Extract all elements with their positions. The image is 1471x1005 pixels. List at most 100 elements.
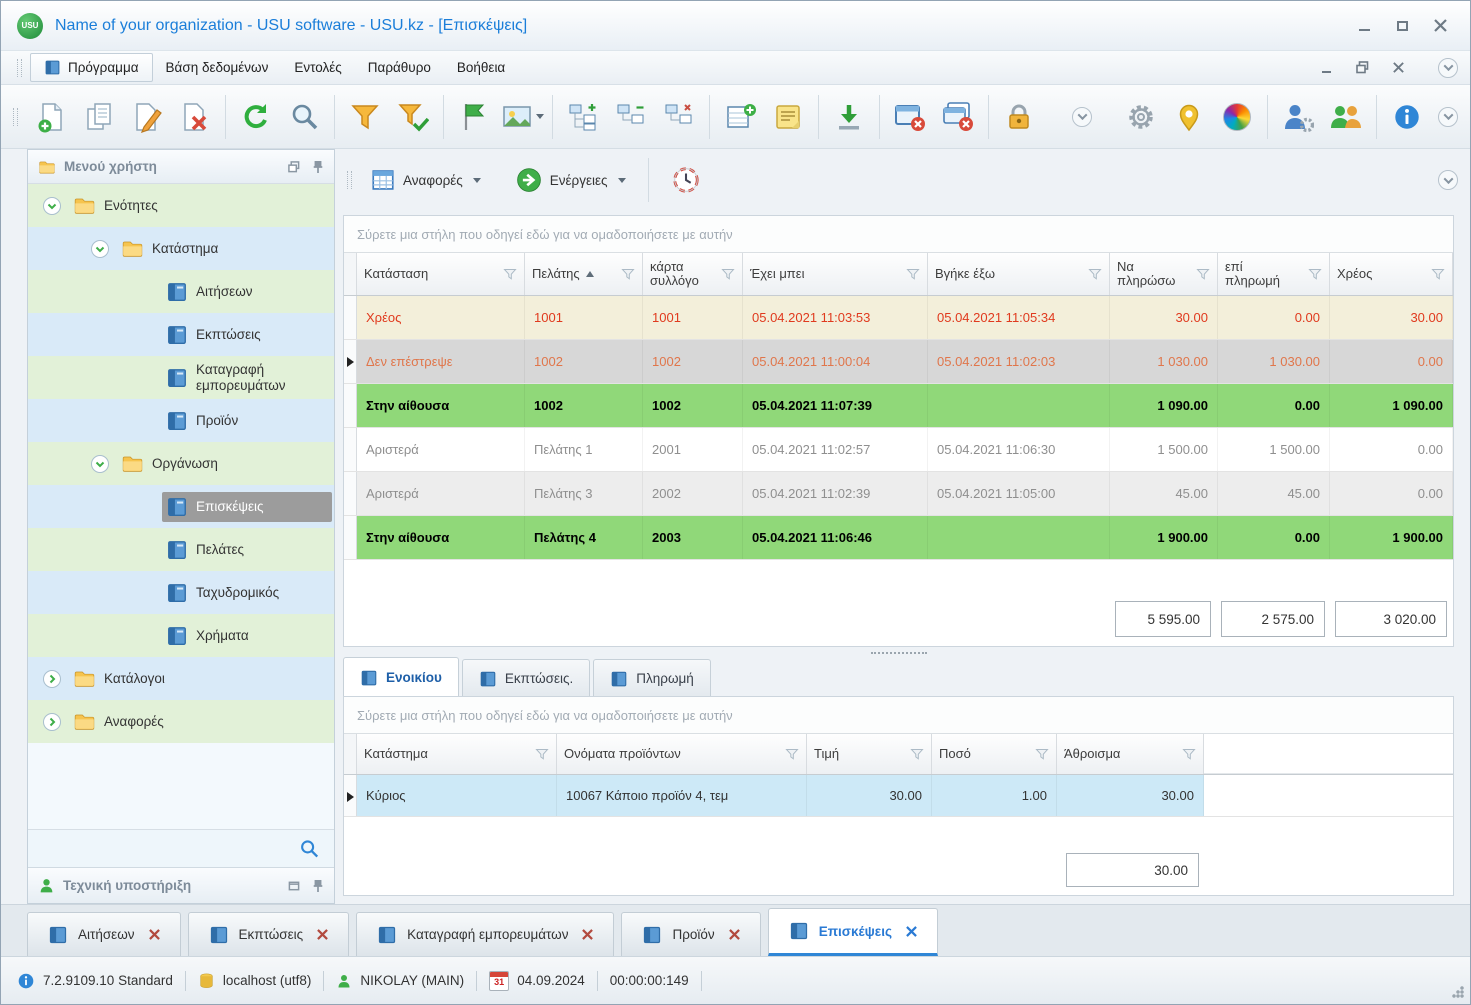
filter-icon[interactable] — [1308, 267, 1322, 281]
tree-item-postal[interactable]: Ταχυδρομικός — [28, 571, 334, 614]
collapse-node-icon[interactable] — [42, 196, 62, 216]
group-by-panel[interactable]: Σύρετε μια στήλη που οδηγεί εδώ για να ο… — [344, 697, 1453, 733]
tab-discounts[interactable]: Εκπτώσεις. — [461, 659, 591, 697]
filter-icon[interactable] — [906, 267, 920, 281]
tech-support-panel[interactable]: Τεχνική υποστήριξη — [28, 867, 334, 903]
info-icon[interactable] — [17, 972, 35, 990]
grid-row-not-returned-selected[interactable]: Δεν επέστρεψε 1002 1002 05.04.2021 11:00… — [344, 340, 1453, 384]
column-header-client[interactable]: Πελάτης — [525, 253, 643, 295]
close-tab-icon[interactable] — [317, 929, 328, 940]
restore-panel-icon[interactable] — [288, 160, 300, 173]
column-header-debt[interactable]: Χρέος — [1330, 253, 1453, 295]
grid-row-left[interactable]: Αριστερά Πελάτης 3 2002 05.04.2021 11:02… — [344, 472, 1453, 516]
refresh-icon[interactable] — [233, 90, 279, 144]
column-header-product-names[interactable]: Ονόματα προϊόντων — [557, 734, 807, 774]
grid-row-in-hall[interactable]: Στην αίθουσα Πελάτης 4 2003 05.04.2021 1… — [344, 516, 1453, 560]
tree-item-reports[interactable]: Αναφορές — [28, 700, 334, 743]
calendar-icon[interactable]: 31 — [489, 970, 510, 991]
filter-ok-icon[interactable] — [390, 90, 436, 144]
edit-document-icon[interactable] — [124, 90, 170, 144]
expand-tree-icon[interactable] — [560, 90, 606, 144]
image-icon[interactable] — [499, 90, 545, 144]
close-tab-icon[interactable] — [728, 929, 740, 940]
drag-handle[interactable] — [17, 58, 22, 77]
tree-item-discounts[interactable]: Εκπτώσεις — [28, 313, 334, 356]
collapse-node-icon[interactable] — [90, 239, 110, 259]
tree-item-money[interactable]: Χρήματα — [28, 614, 334, 657]
filter-icon[interactable] — [1431, 267, 1445, 281]
schedule-icon[interactable] — [661, 158, 711, 202]
tree-item-catalogs[interactable]: Κατάλογοι — [28, 657, 334, 700]
delete-document-icon[interactable] — [172, 90, 218, 144]
panel-splitter[interactable] — [343, 649, 1454, 657]
tree-item-organization[interactable]: Οργάνωση — [28, 442, 334, 485]
resize-grip[interactable] — [1451, 985, 1465, 999]
users-icon[interactable] — [1323, 90, 1369, 144]
flag-icon[interactable] — [451, 90, 497, 144]
column-header-to-pay[interactable]: Να πληρώσω — [1110, 253, 1218, 295]
collapse-all-tree-icon[interactable] — [656, 90, 702, 144]
search-icon[interactable] — [298, 838, 320, 860]
column-header-store[interactable]: Κατάστημα — [357, 734, 557, 774]
close-tab-icon[interactable] — [148, 929, 160, 940]
close-tab-icon[interactable] — [906, 925, 917, 937]
tree-item-requests[interactable]: Αιτήσεων — [28, 270, 334, 313]
column-header-price[interactable]: Τιμή — [807, 734, 932, 774]
close-all-windows-icon[interactable] — [935, 90, 981, 144]
collapse-node-icon[interactable] — [90, 454, 110, 474]
filter-icon[interactable] — [342, 90, 388, 144]
column-header-club-card[interactable]: κάρτα συλλόγο — [643, 253, 743, 295]
tree-item-goods-registration[interactable]: Καταγραφή εμπορευμάτων — [28, 356, 334, 399]
menu-window[interactable]: Παράθυρο — [355, 55, 444, 80]
close-window-icon[interactable] — [887, 90, 933, 144]
mdi-minimize-icon[interactable] — [1318, 60, 1334, 76]
filter-icon[interactable] — [1088, 267, 1102, 281]
lock-icon[interactable] — [996, 90, 1042, 144]
close-icon[interactable] — [1432, 18, 1448, 34]
tree-item-store[interactable]: Κατάστημα — [28, 227, 334, 270]
tab-rent[interactable]: Ενοικίου — [343, 657, 459, 697]
filter-icon[interactable] — [721, 267, 735, 281]
settings-icon[interactable] — [1118, 90, 1164, 144]
column-header-status[interactable]: Κατάσταση — [357, 253, 525, 295]
pin-icon[interactable] — [312, 160, 324, 174]
restore-panel-icon[interactable] — [288, 880, 300, 892]
content-toolbar-collapse-icon[interactable] — [1438, 170, 1458, 190]
toolbar-overflow-icon[interactable] — [1072, 106, 1092, 127]
location-icon[interactable] — [1166, 90, 1212, 144]
filter-icon[interactable] — [535, 747, 549, 761]
info-icon[interactable] — [1384, 90, 1430, 144]
minimize-icon[interactable] — [1356, 18, 1372, 34]
doc-tab-goods-registration[interactable]: Καταγραφή εμπορευμάτων — [356, 912, 615, 956]
menu-program[interactable]: Πρόγραμμα — [30, 53, 153, 82]
filter-icon[interactable] — [621, 267, 635, 281]
mdi-close-icon[interactable] — [1390, 60, 1406, 76]
column-header-on-payment[interactable]: επί πληρωμή — [1218, 253, 1330, 295]
close-tab-icon[interactable] — [582, 929, 594, 940]
menu-commands[interactable]: Εντολές — [281, 55, 354, 80]
tree-item-sections[interactable]: Ενότητες — [28, 184, 334, 227]
tree-item-clients[interactable]: Πελάτες — [28, 528, 334, 571]
filter-icon[interactable] — [785, 747, 799, 761]
menu-help[interactable]: Βοήθεια — [444, 55, 518, 80]
pin-icon[interactable] — [312, 879, 324, 893]
drag-handle[interactable] — [13, 107, 18, 126]
column-header-entered[interactable]: Έχει μπει — [743, 253, 928, 295]
drag-handle[interactable] — [347, 171, 352, 189]
tree-item-product[interactable]: Προϊόν — [28, 399, 334, 442]
reports-button[interactable]: Αναφορές — [360, 160, 491, 200]
detail-row[interactable]: Κύριος 10067 Κάποιο προϊόν 4, τεμ 30.00 … — [344, 775, 1453, 817]
collapse-tree-icon[interactable] — [608, 90, 654, 144]
filter-icon[interactable] — [503, 267, 517, 281]
doc-tab-visits[interactable]: Επισκέψεις — [767, 908, 938, 956]
doc-tab-requests[interactable]: Αιτήσεων — [27, 912, 181, 956]
maximize-icon[interactable] — [1394, 18, 1410, 34]
expand-node-icon[interactable] — [42, 712, 62, 732]
doc-tab-discounts[interactable]: Εκπτώσεις — [187, 912, 350, 956]
column-header-exited[interactable]: Βγήκε έξω — [928, 253, 1110, 295]
copy-document-icon[interactable] — [76, 90, 122, 144]
search-icon[interactable] — [281, 90, 327, 144]
grid-row-in-hall[interactable]: Στην αίθουσα 1002 1002 05.04.2021 11:07:… — [344, 384, 1453, 428]
filter-icon[interactable] — [1035, 747, 1049, 761]
add-record-icon[interactable] — [717, 90, 763, 144]
